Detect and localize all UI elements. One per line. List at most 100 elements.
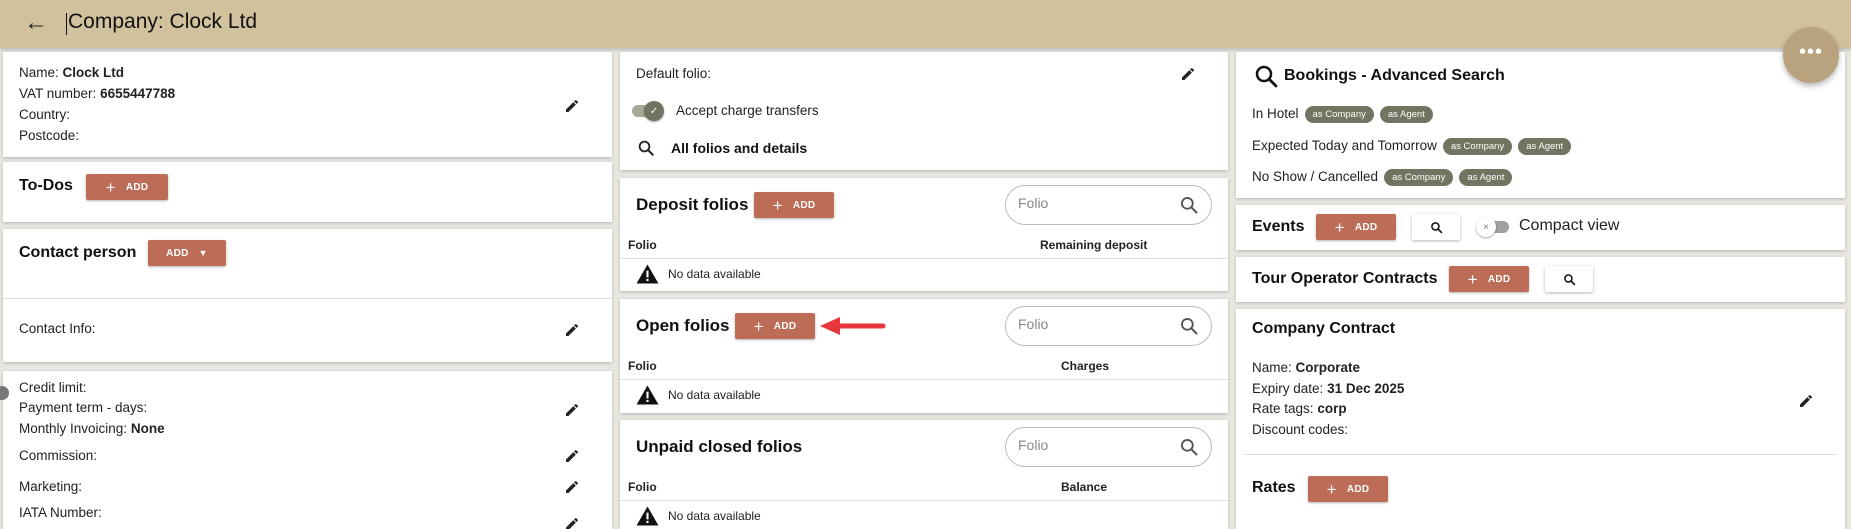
plus-icon: + <box>772 195 783 215</box>
country-label: Country: <box>19 107 71 122</box>
todos-title: To-Dos <box>19 177 73 194</box>
finance-card: Credit limit: Payment term - days: Month… <box>0 371 612 529</box>
add-open-folio-button[interactable]: + ADD <box>735 313 815 339</box>
contract-expiry-row: Expiry date: 31 Dec 2025 <box>1252 381 1405 396</box>
search-icon[interactable] <box>1179 437 1199 457</box>
company-name-value: Clock Ltd <box>62 65 125 80</box>
plus-icon: + <box>753 316 764 336</box>
add-event-button[interactable]: + ADD <box>1316 214 1396 240</box>
company-contract-title: Company Contract <box>1252 320 1396 337</box>
contract-expiry-value: 31 Dec 2025 <box>1327 381 1405 396</box>
credit-limit-label: Credit limit: <box>19 380 87 395</box>
company-contract-card: Company Contract Name: Corporate Expiry … <box>1236 309 1845 529</box>
commission-label: Commission: <box>19 448 98 463</box>
deposit-folios-title: Deposit folios <box>636 195 749 214</box>
vat-number-value: 6655447788 <box>100 86 176 101</box>
monthly-invoicing-row: Monthly Invoicing: None <box>19 421 165 436</box>
payment-term-label: Payment term - days: <box>19 400 148 415</box>
more-options-button[interactable]: ••• <box>1783 27 1839 83</box>
search-icon[interactable] <box>1179 195 1199 215</box>
warning-icon <box>636 506 659 526</box>
column-header-remaining-deposit: Remaining deposit <box>1040 238 1148 252</box>
add-contact-button[interactable]: ADD ▼ <box>148 240 226 266</box>
events-card: Events + ADD × Compact view <box>1236 205 1845 250</box>
company-name-row: Name: Clock Ltd <box>19 65 125 80</box>
monthly-invoicing-value: None <box>130 421 165 436</box>
open-folios-title: Open folios <box>636 316 730 335</box>
add-todo-button[interactable]: + ADD <box>86 174 168 200</box>
unpaid-folio-search-input[interactable]: Folio <box>1005 427 1212 467</box>
plus-icon: + <box>105 177 116 197</box>
booking-row-in-hotel: In Hotel as Company as Agent <box>1252 106 1433 123</box>
postcode-label: Postcode: <box>19 128 80 143</box>
tour-operator-search-button[interactable] <box>1545 266 1593 292</box>
expected-as-company-chip[interactable]: as Company <box>1442 138 1513 155</box>
search-placeholder: Folio <box>1018 195 1049 211</box>
contract-rate-tags-row: Rate tags: corp <box>1252 401 1347 416</box>
search-icon <box>1563 273 1575 285</box>
default-folio-label: Default folio: <box>636 66 712 81</box>
caret-down-icon: ▼ <box>198 248 208 258</box>
back-arrow-icon[interactable]: ← <box>22 10 50 38</box>
close-icon: × <box>1476 217 1496 237</box>
contact-person-title: Contact person <box>19 244 137 261</box>
add-deposit-folio-button[interactable]: + ADD <box>754 192 834 218</box>
accept-charge-transfers-toggle[interactable]: ✓ <box>632 101 664 121</box>
contract-discount-codes-label: Discount codes: <box>1252 422 1349 437</box>
compact-view-toggle[interactable]: × <box>1476 217 1510 237</box>
edit-contact-pencil-icon[interactable] <box>564 322 580 338</box>
contract-name-value: Corporate <box>1295 360 1361 375</box>
contact-info-label: Contact Info: <box>19 321 96 336</box>
events-title: Events <box>1252 218 1305 235</box>
edit-iata-pencil-icon[interactable] <box>564 516 580 529</box>
edit-company-pencil-icon[interactable] <box>564 98 580 114</box>
iata-number-label: IATA Number: <box>19 505 102 520</box>
deposit-folios-card: Deposit folios + ADD Folio Folio Remainin… <box>620 178 1228 291</box>
no-show-as-company-chip[interactable]: as Company <box>1384 169 1454 186</box>
deposit-folio-search-input[interactable]: Folio <box>1005 185 1212 225</box>
open-folios-card: Open folios + ADD Folio Folio Charges No … <box>620 299 1228 413</box>
in-hotel-as-agent-chip[interactable]: as Agent <box>1379 106 1433 123</box>
edit-contract-pencil-icon[interactable] <box>1798 393 1814 409</box>
add-tour-operator-button[interactable]: + ADD <box>1449 266 1529 292</box>
search-placeholder: Folio <box>1018 316 1049 332</box>
edit-marketing-pencil-icon[interactable] <box>564 479 580 495</box>
search-icon[interactable] <box>637 139 655 157</box>
divider <box>620 258 1228 259</box>
divider <box>620 500 1228 501</box>
plus-icon: + <box>1334 217 1345 237</box>
search-icon <box>1430 221 1442 233</box>
bookings-search-card: Bookings - Advanced Search In Hotel as Co… <box>1236 52 1845 198</box>
events-search-button[interactable] <box>1412 214 1460 240</box>
column-header-charges: Charges <box>1061 359 1110 373</box>
todos-card: To-Dos + ADD <box>3 162 612 222</box>
empty-state: No data available <box>636 506 761 526</box>
search-icon[interactable] <box>1179 316 1199 336</box>
all-folios-link[interactable]: All folios and details <box>671 140 807 156</box>
page-title: Company: Clock Ltd <box>65 10 258 35</box>
company-info-card: Name: Clock Ltd VAT number: 6655447788 C… <box>3 52 612 157</box>
search-icon <box>1255 65 1278 88</box>
edit-payment-pencil-icon[interactable] <box>564 402 580 418</box>
edit-commission-pencil-icon[interactable] <box>564 448 580 464</box>
app-header: ← Company: Clock Ltd <box>0 0 1851 48</box>
in-hotel-as-company-chip[interactable]: as Company <box>1304 106 1374 123</box>
plus-icon: + <box>1467 269 1478 289</box>
column-header-folio: Folio <box>628 238 657 252</box>
warning-icon <box>636 385 659 405</box>
expand-handle[interactable] <box>0 386 9 400</box>
no-show-as-agent-chip[interactable]: as Agent <box>1459 169 1513 186</box>
edit-default-folio-pencil-icon[interactable] <box>1180 66 1196 82</box>
search-placeholder: Folio <box>1018 437 1049 453</box>
empty-state: No data available <box>636 385 761 405</box>
add-rate-button[interactable]: + ADD <box>1308 476 1388 502</box>
empty-state: No data available <box>636 264 761 284</box>
column-header-folio: Folio <box>628 480 657 494</box>
booking-row-no-show: No Show / Cancelled as Company as Agent <box>1252 169 1513 186</box>
expected-as-agent-chip[interactable]: as Agent <box>1518 138 1572 155</box>
bookings-search-title: Bookings - Advanced Search <box>1284 67 1505 84</box>
folio-settings-card: Default folio: ✓ Accept charge transfers… <box>620 52 1228 170</box>
open-folio-search-input[interactable]: Folio <box>1005 306 1212 346</box>
check-icon: ✓ <box>644 101 664 121</box>
marketing-label: Marketing: <box>19 479 83 494</box>
